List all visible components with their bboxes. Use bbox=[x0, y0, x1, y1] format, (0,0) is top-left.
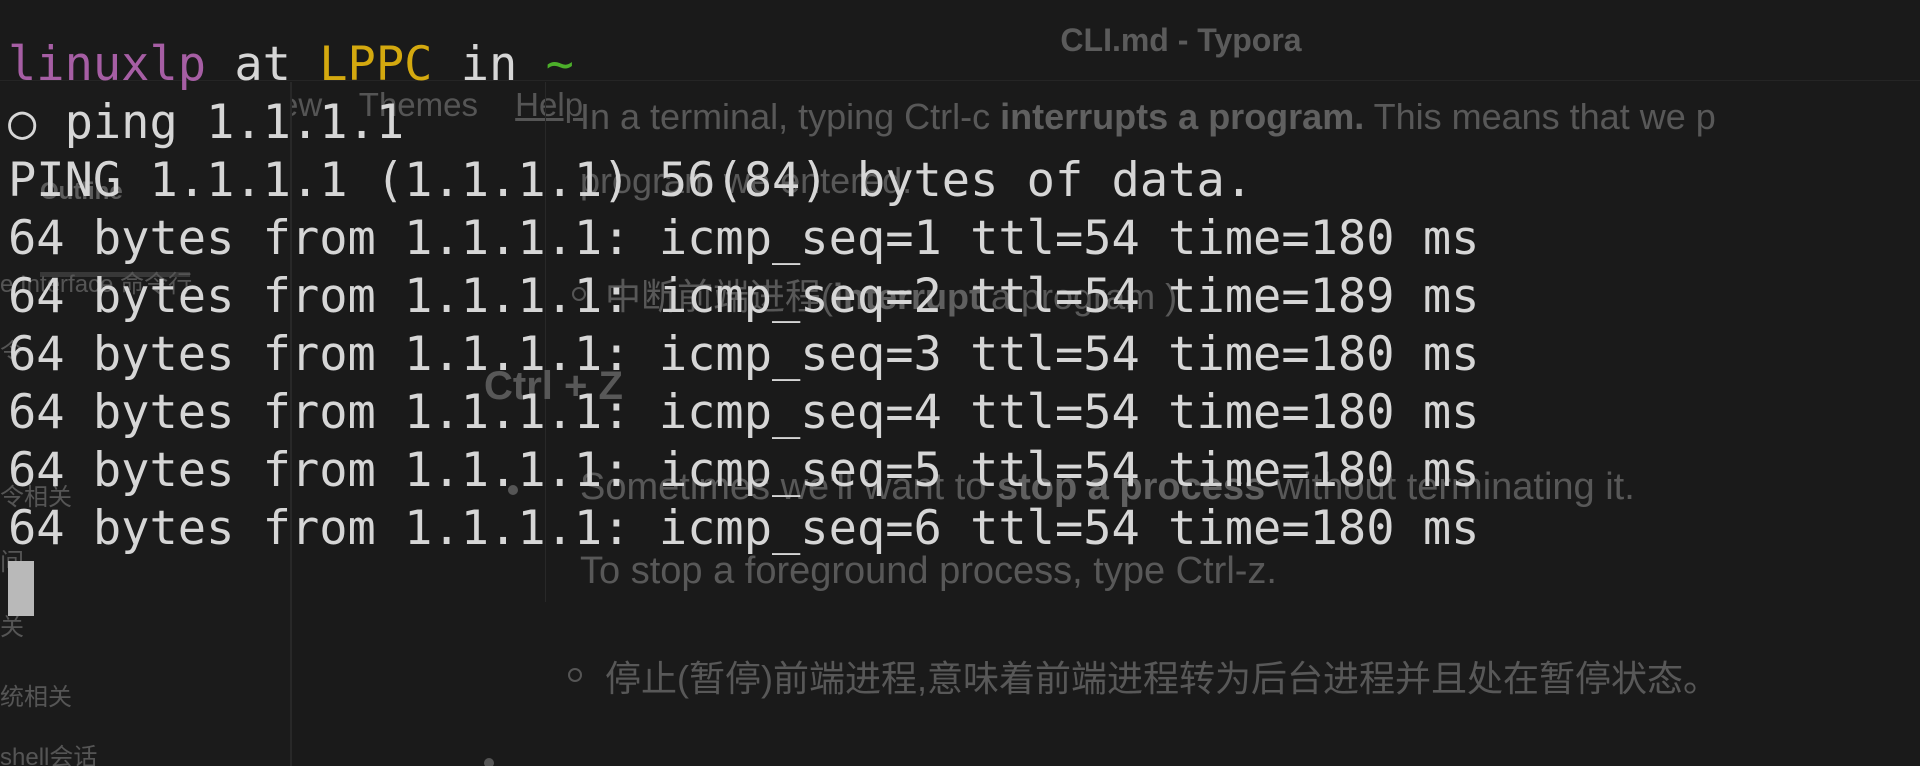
screen: CLI.md - Typora graph Format View Themes… bbox=[0, 0, 1920, 766]
prompt-dir: ~ bbox=[545, 37, 574, 92]
prompt-in: in bbox=[460, 37, 518, 92]
prompt-host: LPPC bbox=[319, 37, 433, 92]
ping-reply-line: 64 bytes from 1.1.1.1: icmp_seq=6 ttl=54… bbox=[8, 501, 1480, 556]
prompt-symbol-icon: ○ bbox=[8, 95, 37, 150]
ping-header: PING 1.1.1.1 (1.1.1.1) 56(84) bytes of d… bbox=[8, 153, 1254, 208]
shell-prompt: linuxlp at LPPC in ~ bbox=[8, 36, 574, 94]
ping-reply-line: 64 bytes from 1.1.1.1: icmp_seq=1 ttl=54… bbox=[8, 211, 1480, 266]
ping-reply-line: 64 bytes from 1.1.1.1: icmp_seq=2 ttl=54… bbox=[8, 269, 1480, 324]
prompt-user: linuxlp bbox=[8, 37, 207, 92]
ping-reply-line: 64 bytes from 1.1.1.1: icmp_seq=4 ttl=54… bbox=[8, 385, 1480, 440]
ping-reply-line: 64 bytes from 1.1.1.1: icmp_seq=3 ttl=54… bbox=[8, 327, 1480, 382]
terminal-cursor[interactable] bbox=[8, 561, 34, 616]
ping-reply-line: 64 bytes from 1.1.1.1: icmp_seq=5 ttl=54… bbox=[8, 443, 1480, 498]
prompt-at: at bbox=[234, 37, 291, 92]
command-text: ping 1.1.1.1 bbox=[64, 95, 405, 150]
command-line: ○ ping 1.1.1.1 bbox=[8, 94, 404, 152]
terminal-window[interactable]: linuxlp at LPPC in ~ ○ ping 1.1.1.1 PING… bbox=[0, 0, 1920, 766]
